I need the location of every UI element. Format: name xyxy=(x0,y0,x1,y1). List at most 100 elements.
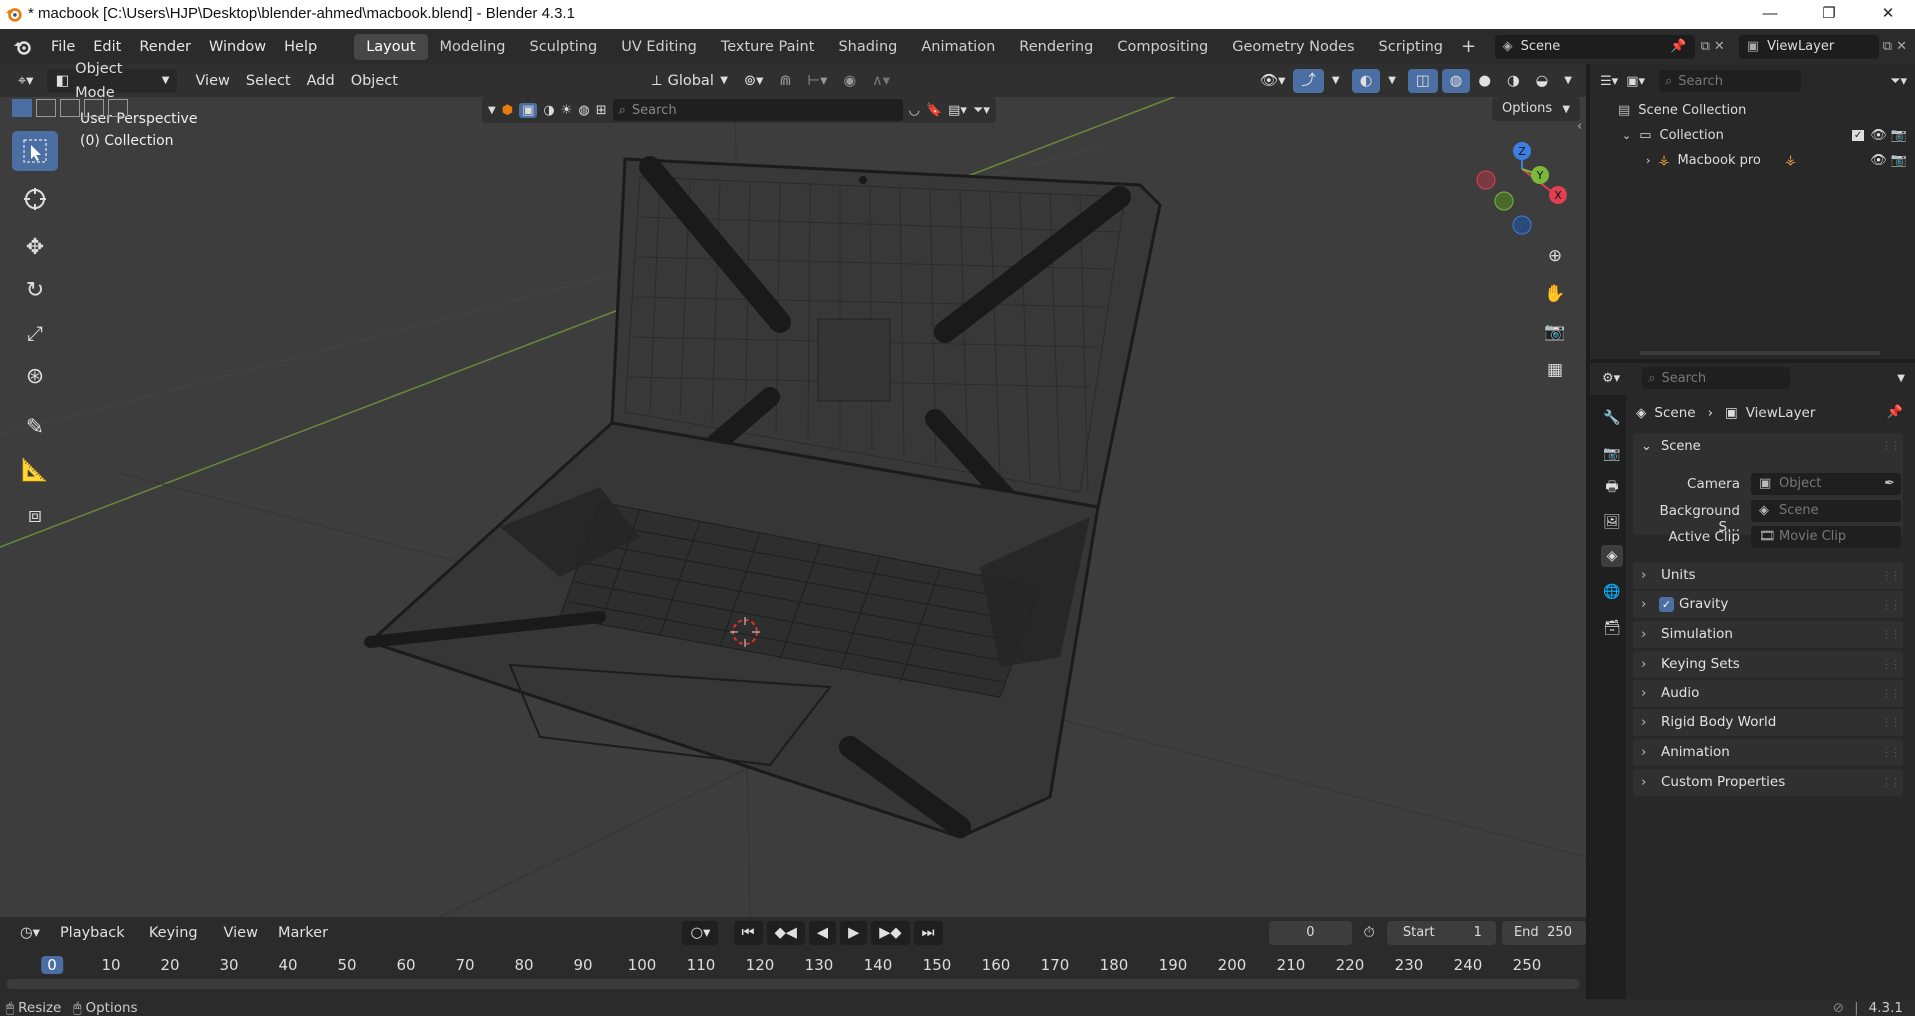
new-scene-icon[interactable]: ⧉ xyxy=(1701,39,1710,54)
background-scene-field[interactable]: Scene ◈ xyxy=(1751,500,1901,522)
tab-shading[interactable]: Shading xyxy=(826,34,909,60)
jump-start-icon[interactable]: ⏮ xyxy=(733,921,763,945)
tool-annotate[interactable]: ✎ xyxy=(12,407,58,447)
solid-shading-icon[interactable]: ● xyxy=(1470,69,1499,93)
tab-geometry-nodes[interactable]: Geometry Nodes xyxy=(1220,34,1366,60)
prev-keyframe-icon[interactable]: ◆◀ xyxy=(766,921,805,945)
panel-units[interactable]: › Units ⋮⋮ xyxy=(1633,562,1903,589)
filter-icon[interactable]: ⏷▾ xyxy=(973,103,990,118)
collection-tab-icon[interactable]: 🗃 xyxy=(1601,617,1623,639)
auto-keying-icon[interactable]: ○▾ xyxy=(682,921,719,945)
lights-filter-icon[interactable]: ☀ xyxy=(561,103,573,118)
visibility-icon[interactable]: 👁▾ xyxy=(1252,69,1294,93)
panel-audio[interactable]: › Audio ⋮⋮ xyxy=(1633,680,1903,707)
scene-selector[interactable]: ◈ Scene 📌 xyxy=(1494,34,1695,59)
drag-handle-icon[interactable]: ⋮⋮ xyxy=(1881,621,1901,648)
network-off-icon[interactable]: ⊘ xyxy=(1833,1000,1844,1016)
eyedropper-icon[interactable]: ✒ xyxy=(1884,473,1895,495)
drag-handle-icon[interactable]: ⋮⋮ xyxy=(1881,651,1901,678)
timeline-editor-type-icon[interactable]: ◷▾ xyxy=(12,921,48,945)
play-reverse-icon[interactable]: ◀ xyxy=(808,921,837,945)
tree-item-macbook-pro[interactable]: › ⚶ Macbook pro ⚶ 👁 📷 xyxy=(1590,148,1915,173)
panel-animation[interactable]: › Animation ⋮⋮ xyxy=(1633,739,1903,766)
drag-handle-icon[interactable]: ⋮⋮ xyxy=(1881,739,1901,766)
navigation-gizmo[interactable]: Z Y X xyxy=(1476,142,1567,235)
view-layer-tab-icon[interactable]: 🖼 xyxy=(1601,511,1623,533)
tool-move[interactable]: ✥ xyxy=(12,227,58,267)
drag-handle-icon[interactable]: ⋮⋮ xyxy=(1881,769,1901,796)
current-frame-marker[interactable]: 0 xyxy=(41,956,63,974)
proportional-edit-icon[interactable]: ◉ xyxy=(835,69,864,93)
play-icon[interactable]: ▶ xyxy=(840,921,868,945)
maximize-button[interactable]: ❐ xyxy=(1806,0,1852,29)
chevron-down-icon[interactable]: ⌄ xyxy=(1641,439,1652,454)
properties-search-input[interactable]: ⌕ Search xyxy=(1642,367,1791,389)
tab-rendering[interactable]: Rendering xyxy=(1007,34,1105,60)
sidebar-toggle-icon[interactable]: ‹ xyxy=(1577,119,1582,134)
tab-texture-paint[interactable]: Texture Paint xyxy=(709,34,827,60)
next-keyframe-icon[interactable]: ▶◆ xyxy=(871,921,910,945)
filter-icon[interactable]: ⏷▾ xyxy=(1890,74,1907,89)
tab-layout[interactable]: Layout xyxy=(354,33,428,60)
select-extend-icon[interactable] xyxy=(36,99,56,117)
snap-icon[interactable]: ⋒ xyxy=(771,69,799,93)
tab-modeling[interactable]: Modeling xyxy=(428,34,518,60)
stopwatch-icon[interactable]: ⏱ xyxy=(1356,921,1383,945)
drag-handle-icon[interactable]: ⋮⋮ xyxy=(1881,562,1901,589)
menu-add[interactable]: Add xyxy=(299,69,343,93)
gravity-checkbox[interactable]: ✓ xyxy=(1659,597,1674,612)
display-mode-icon[interactable]: ▣▾ xyxy=(1626,74,1645,89)
chevron-down-icon[interactable]: ⌄ xyxy=(1622,129,1631,142)
panel-keying-sets[interactable]: › Keying Sets ⋮⋮ xyxy=(1633,651,1903,678)
perspective-toggle-button[interactable]: ▦ xyxy=(1539,354,1571,386)
camera-icon[interactable]: 📷 xyxy=(1891,128,1907,143)
xray-toggle-icon[interactable]: ◫ xyxy=(1407,68,1438,93)
menu-help[interactable]: Help xyxy=(275,34,326,60)
frame-ruler[interactable]: 0 10 20 30 40 50 60 70 80 90 100 110 120 130 140 150 160… xyxy=(0,951,1586,979)
display-mode-icon[interactable]: ▤▾ xyxy=(948,103,967,118)
start-frame-field[interactable]: Start 1 xyxy=(1386,921,1496,945)
overlays-toggle-icon[interactable]: ◐ xyxy=(1351,68,1381,93)
chevron-down-icon[interactable]: ▼ xyxy=(1897,373,1905,384)
menu-select[interactable]: Select xyxy=(238,69,299,93)
render-tab-icon[interactable]: 📷 xyxy=(1601,443,1623,465)
color-attribute-icon[interactable]: ⬢ xyxy=(502,103,513,118)
zoom-button[interactable]: ⊕ xyxy=(1539,240,1571,272)
menu-object[interactable]: Object xyxy=(343,69,406,93)
close-button[interactable]: ✕ xyxy=(1865,0,1911,29)
editor-type-icon[interactable]: ⌖▾ xyxy=(10,69,41,93)
camera-view-button[interactable]: 📷 xyxy=(1539,316,1571,348)
select-subtract-icon[interactable] xyxy=(60,99,80,117)
transform-orientation-dropdown[interactable]: ⟂ Global ▼ xyxy=(644,69,736,93)
minimize-button[interactable]: — xyxy=(1747,0,1793,29)
end-frame-field[interactable]: End 250 xyxy=(1501,921,1586,945)
camera-field[interactable]: Object ▣ ✒ xyxy=(1751,473,1901,495)
tab-animation[interactable]: Animation xyxy=(909,34,1007,60)
select-new-icon[interactable] xyxy=(12,99,32,117)
macbook-wireframe[interactable] xyxy=(364,156,1162,839)
panel-simulation[interactable]: › Simulation ⋮⋮ xyxy=(1633,621,1903,648)
camera-icon[interactable]: 📷 xyxy=(1891,153,1907,168)
menu-window[interactable]: Window xyxy=(200,34,275,60)
link-icon[interactable]: ◡ xyxy=(909,103,920,118)
tab-uv-editing[interactable]: UV Editing xyxy=(609,34,709,60)
gizmo-toggle-icon[interactable]: ⤴ xyxy=(1293,68,1324,93)
chevron-down-icon[interactable]: ▼ xyxy=(1324,69,1348,93)
menu-view[interactable]: View xyxy=(187,69,237,93)
drag-handle-icon[interactable]: ⋮⋮ xyxy=(1881,439,1901,452)
output-tab-icon[interactable]: 🖶 xyxy=(1601,477,1623,499)
delete-scene-icon[interactable]: ✕ xyxy=(1714,39,1725,54)
pin-icon[interactable]: 📌 xyxy=(1887,405,1903,420)
exclude-checkbox-icon[interactable]: ✓ xyxy=(1851,130,1865,141)
drag-handle-icon[interactable]: ⋮⋮ xyxy=(1881,709,1901,736)
tree-item-scene-collection[interactable]: ▤ Scene Collection xyxy=(1590,98,1915,123)
snap-target-icon[interactable]: ⊢▾ xyxy=(800,69,836,93)
drag-handle-icon[interactable]: ⋮⋮ xyxy=(1881,680,1901,707)
properties-editor-type-icon[interactable]: ⚙▾ xyxy=(1602,371,1620,386)
viewlayer-selector[interactable]: ▣ ViewLayer xyxy=(1738,34,1879,59)
tree-item-collection[interactable]: ⌄ ▭ Collection ✓ 👁 📷 xyxy=(1590,123,1915,148)
select-invert-icon[interactable] xyxy=(84,99,104,117)
eye-icon[interactable]: 👁 xyxy=(1870,128,1887,143)
3d-viewport[interactable]: Z Y X User Perspective (0) Collection ▼ … xyxy=(0,97,1586,917)
chevron-down-icon[interactable]: ▼ xyxy=(1556,69,1580,93)
